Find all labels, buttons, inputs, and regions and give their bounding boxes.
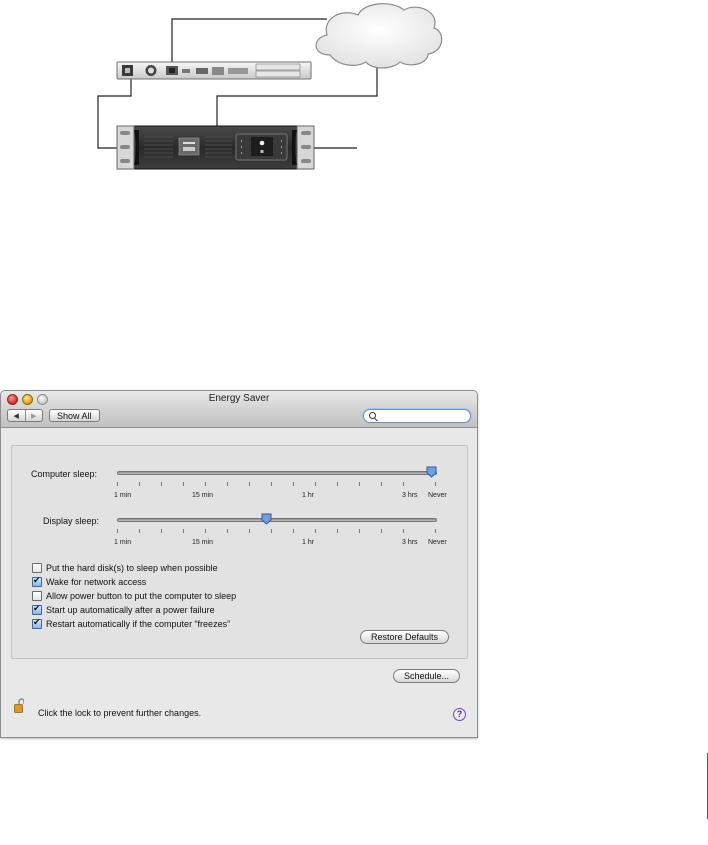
back-arrow-icon[interactable]: ◀ bbox=[8, 410, 25, 421]
option-wake-network[interactable]: Wake for network access bbox=[32, 575, 147, 587]
search-icon bbox=[369, 412, 376, 419]
ups-unit bbox=[116, 125, 315, 170]
energy-saver-window: Energy Saver ◀ ▶ Show All Computer sleep… bbox=[0, 390, 478, 738]
display-sleep-tick-15min: 15 min bbox=[192, 539, 214, 546]
checkbox-hard-disk-sleep[interactable] bbox=[32, 562, 42, 573]
schedule-button[interactable]: Schedule... bbox=[393, 669, 461, 683]
computer-sleep-tick-3hrs: 3 hrs bbox=[402, 492, 418, 499]
computer-sleep-label: Computer sleep: bbox=[31, 469, 98, 479]
computer-sleep-tick-never: Never bbox=[428, 492, 447, 499]
option-startup-after-power-failure[interactable]: Start up automatically after a power fai… bbox=[32, 603, 215, 615]
checkbox-power-button-sleep[interactable] bbox=[32, 590, 42, 601]
window-title: Energy Saver bbox=[208, 393, 270, 404]
computer-sleep-tick-1min: 1 min bbox=[114, 492, 132, 499]
option-restart-on-freeze-label: Restart automatically if the computer “f… bbox=[46, 618, 231, 629]
display-sleep-slider-thumb[interactable] bbox=[261, 513, 272, 525]
internet-cloud-icon bbox=[315, 3, 443, 69]
restore-defaults-button[interactable]: Restore Defaults bbox=[360, 630, 450, 644]
computer-sleep-track[interactable] bbox=[117, 471, 437, 475]
display-sleep-tick-3hrs: 3 hrs bbox=[402, 539, 418, 546]
back-forward-control: ◀ ▶ bbox=[7, 409, 43, 422]
display-sleep-track[interactable] bbox=[117, 518, 437, 522]
option-startup-after-power-failure-label: Start up automatically after a power fai… bbox=[46, 604, 215, 615]
display-sleep-tick-1min: 1 min bbox=[114, 539, 132, 546]
search-field[interactable] bbox=[363, 409, 471, 423]
computer-sleep-slider-thumb[interactable] bbox=[426, 466, 437, 478]
option-power-button-sleep-label: Allow power button to put the computer t… bbox=[46, 590, 237, 601]
lock-icon[interactable] bbox=[14, 698, 24, 713]
computer-sleep-tick-1hr: 1 hr bbox=[302, 492, 315, 499]
title-bar: Energy Saver ◀ ▶ Show All bbox=[1, 391, 477, 428]
option-power-button-sleep[interactable]: Allow power button to put the computer t… bbox=[32, 590, 236, 601]
display-sleep-tick-1hr: 1 hr bbox=[302, 539, 315, 546]
lock-status-text: Click the lock to prevent further change… bbox=[38, 708, 202, 718]
option-restart-on-freeze[interactable]: Restart automatically if the computer “f… bbox=[32, 617, 231, 629]
option-wake-network-label: Wake for network access bbox=[46, 576, 147, 587]
server-ups-diagram bbox=[97, 3, 443, 170]
show-all-button[interactable]: Show All bbox=[49, 409, 100, 422]
display-sleep-label: Display sleep: bbox=[43, 516, 100, 526]
settings-panel: Computer sleep: 1 min 15 min 1 hr 3 hrs … bbox=[11, 445, 468, 659]
option-hard-disk-sleep-label: Put the hard disk(s) to sleep when possi… bbox=[46, 562, 218, 573]
checkbox-startup-after-power-failure[interactable] bbox=[32, 603, 42, 615]
checkbox-restart-on-freeze[interactable] bbox=[32, 617, 42, 629]
help-button[interactable]: ? bbox=[453, 708, 466, 721]
option-hard-disk-sleep[interactable]: Put the hard disk(s) to sleep when possi… bbox=[32, 562, 218, 573]
search-input[interactable] bbox=[379, 410, 467, 422]
computer-sleep-ticks bbox=[117, 482, 437, 487]
checkbox-wake-network[interactable] bbox=[32, 575, 42, 587]
forward-arrow-icon[interactable]: ▶ bbox=[24, 410, 43, 421]
display-sleep-tick-never: Never bbox=[428, 539, 447, 546]
server-rack-unit bbox=[116, 61, 312, 80]
display-sleep-ticks bbox=[117, 529, 437, 534]
computer-sleep-tick-15min: 15 min bbox=[192, 492, 214, 499]
